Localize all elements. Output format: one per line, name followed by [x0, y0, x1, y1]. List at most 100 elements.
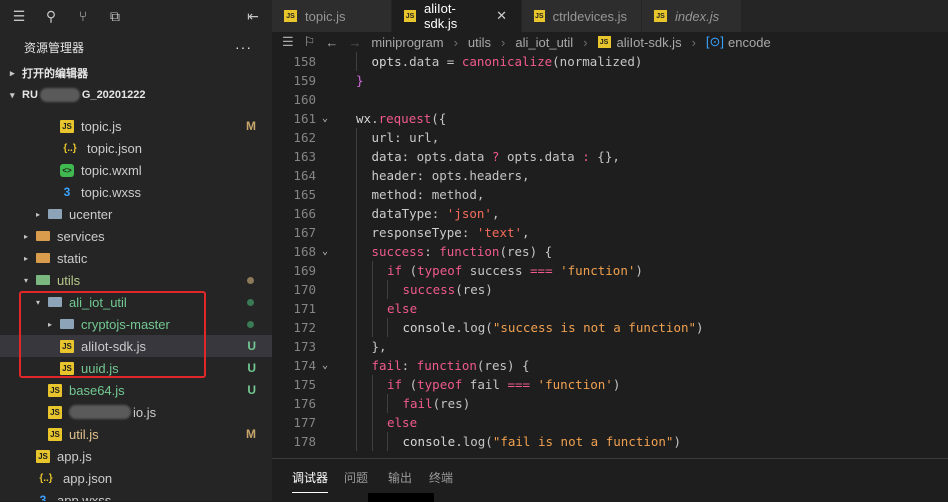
- project-label-start: RU: [22, 89, 38, 101]
- outline-icon[interactable]: ☰: [282, 34, 294, 50]
- tree-item[interactable]: ▸ services: [0, 225, 272, 247]
- chevron-down-icon[interactable]: ▾: [20, 276, 32, 285]
- indent-guide: [356, 394, 357, 413]
- breadcrumb-item[interactable]: ali_iot_util: [515, 35, 573, 50]
- open-editors-section[interactable]: ▸ 打开的编辑器: [0, 62, 272, 84]
- indent-guide: [356, 128, 357, 147]
- line-number: 162: [293, 130, 316, 145]
- chevron-right-icon[interactable]: ▸: [32, 210, 44, 219]
- js-file-icon: JS: [48, 427, 62, 441]
- tree-item[interactable]: JS app.js: [0, 445, 272, 467]
- code-line: 164 header: opts.headers,: [272, 166, 948, 185]
- code-token: :: [461, 225, 477, 240]
- editor-tab[interactable]: JS topic.js: [272, 0, 392, 32]
- search-icon[interactable]: ⚲: [42, 7, 60, 25]
- breadcrumb-item[interactable]: encode: [728, 35, 771, 50]
- code-token: : url,: [394, 130, 440, 145]
- code-token: .data =: [401, 54, 462, 69]
- tree-item[interactable]: JS util.js M: [0, 423, 272, 445]
- code-token: ===: [507, 377, 531, 392]
- line-number: 158: [293, 54, 316, 69]
- chevron-right-icon[interactable]: ▸: [20, 232, 32, 241]
- indent-guide: [356, 223, 357, 242]
- tree-item[interactable]: <> topic.wxml: [0, 159, 272, 181]
- indent-guide: [356, 242, 357, 261]
- code-token: (res) {: [476, 358, 530, 373]
- indent-guide: [371, 432, 373, 451]
- indent-guide: [371, 394, 373, 413]
- code-text: method: method,: [372, 185, 485, 204]
- breadcrumb-item[interactable]: miniprogram: [371, 35, 443, 50]
- code-line: 162 url: url,: [272, 128, 948, 147]
- line-number: 177: [293, 415, 316, 430]
- code-text: else: [387, 299, 417, 318]
- tree-item[interactable]: ▸ ucenter: [0, 203, 272, 225]
- code-token: :: [424, 244, 440, 259]
- breadcrumb-item[interactable]: utils: [468, 35, 491, 50]
- panel-tab-problems[interactable]: 问题: [344, 469, 368, 486]
- tree-item[interactable]: ▾ utils: [0, 269, 272, 291]
- chevron-right-icon[interactable]: ▸: [20, 254, 32, 263]
- panel-tab-debugger[interactable]: 调试器: [292, 469, 329, 493]
- folder-icon: [48, 209, 62, 219]
- code-token: }: [356, 73, 364, 88]
- tree-item[interactable]: JS topic.js M: [0, 115, 272, 137]
- js-file-icon: JS: [36, 449, 50, 463]
- code-text: dataType: 'json',: [372, 204, 500, 223]
- fold-chevron-icon[interactable]: ⌄: [322, 109, 328, 128]
- tree-item[interactable]: 3 topic.wxss: [0, 181, 272, 203]
- chevron-down-icon: ▾: [10, 89, 15, 100]
- list-icon[interactable]: ☰: [10, 7, 28, 25]
- back-arrow-icon[interactable]: ←: [325, 35, 338, 50]
- code-token: fail: [371, 358, 402, 373]
- line-number: 173: [293, 339, 316, 354]
- editor-tab[interactable]: JS aliIot-sdk.js ✕: [392, 0, 522, 32]
- tree-item[interactable]: ▸ static: [0, 247, 272, 269]
- line-number: 168: [293, 244, 316, 259]
- js-file-icon: JS: [48, 383, 62, 397]
- code-token: ===: [530, 263, 553, 278]
- more-actions-icon[interactable]: ···: [235, 39, 252, 55]
- js-file-icon: JS: [534, 10, 545, 22]
- code-text: console.log("fail is not a function"): [403, 432, 681, 451]
- code-token: },: [371, 339, 387, 354]
- forward-arrow-icon[interactable]: →: [348, 35, 361, 50]
- branch-icon[interactable]: ⑂: [74, 7, 92, 25]
- close-icon[interactable]: ✕: [496, 8, 507, 24]
- indent-guide: [356, 166, 357, 185]
- tree-item[interactable]: JS base64.js U: [0, 379, 272, 401]
- tree-item[interactable]: {..} app.json: [0, 467, 272, 489]
- collapse-icon[interactable]: ⇤: [244, 7, 262, 25]
- line-number: 171: [293, 301, 316, 316]
- project-section[interactable]: ▾ RU G_20201222: [0, 84, 272, 106]
- tree-item-label: services: [57, 228, 105, 244]
- code-token: (: [402, 377, 418, 392]
- tree-item[interactable]: {..} topic.json: [0, 137, 272, 159]
- code-token: success: [371, 244, 425, 259]
- editor-tab[interactable]: JS index.js: [642, 0, 742, 32]
- extensions-icon[interactable]: ⧉: [106, 7, 124, 25]
- tree-item[interactable]: JS io.js: [0, 401, 272, 423]
- js-file-icon: JS: [60, 119, 74, 133]
- fold-chevron-icon[interactable]: ⌄: [322, 242, 328, 261]
- highlight-annotation-box: [19, 291, 206, 378]
- code-token: .log(: [455, 434, 493, 449]
- code-token: ): [696, 320, 704, 335]
- bookmark-icon[interactable]: ⚐: [304, 34, 316, 50]
- explorer-sidebar: ☰ ⚲ ⑂ ⧉ ⇤ 资源管理器 ··· ▸ 打开的编辑器 ▾ RU G_2020…: [0, 0, 272, 501]
- editor-tab[interactable]: JS ctrldevices.js: [522, 0, 642, 32]
- indent-guide: [356, 52, 357, 71]
- editor-area: JS topic.js JS aliIot-sdk.js ✕ JS ctrldevices.…: [272, 0, 948, 502]
- fold-chevron-icon[interactable]: ⌄: [322, 356, 328, 375]
- code-view[interactable]: 158 opts.data = canonicalize(normalized) 1…: [272, 52, 948, 458]
- tree-item[interactable]: 3 app.wxss: [0, 489, 272, 502]
- indent-guide: [356, 337, 357, 356]
- indent-guide: [356, 375, 357, 394]
- code-line: 159}: [272, 71, 948, 90]
- panel-tab-output[interactable]: 输出: [388, 469, 412, 486]
- panel-tab-terminal[interactable]: 终端: [429, 469, 453, 486]
- breadcrumb-item[interactable]: aliIot-sdk.js: [617, 35, 682, 50]
- code-token: fail: [402, 396, 433, 411]
- folder-icon: [36, 275, 50, 285]
- code-text: responseType: 'text',: [372, 223, 530, 242]
